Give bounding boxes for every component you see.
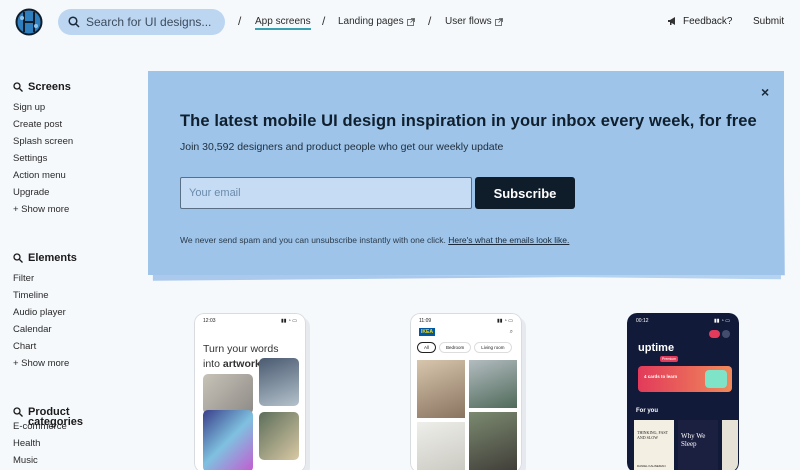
sidebar-product-categories: Product E-commerce categories Health Mus… <box>13 406 83 469</box>
sidebar-item-action-menu[interactable]: Action menu <box>13 167 73 184</box>
screen-card[interactable]: 12:03 ▮▮ ◔ ▭ Turn your words into artwork <box>194 313 306 470</box>
sidebar-item-calendar[interactable]: Calendar <box>13 321 77 338</box>
status-time: 00:12 <box>636 318 649 324</box>
status-icons: ▮▮ ◔ ▭ <box>280 318 297 324</box>
sidebar-item-health[interactable]: Health <box>13 435 70 452</box>
sidebar-item-upgrade[interactable]: Upgrade <box>13 184 73 201</box>
sidebar-item-sign-up[interactable]: Sign up <box>13 99 73 116</box>
logo-icon[interactable] <box>15 8 43 36</box>
sidebar-section-title-cont: categories <box>28 416 84 428</box>
emails-preview-link[interactable]: Here's what the emails look like. <box>448 235 569 245</box>
sidebar-item-settings[interactable]: Settings <box>13 150 73 167</box>
sidebar-screens: Screens Sign up Create post Splash scree… <box>13 81 73 218</box>
phone-screenshot: 00:12 ▮▮ ◔ ▭ uptime Premium 4 cards to le… <box>627 313 739 470</box>
sidebar-item-filter[interactable]: Filter <box>13 270 77 287</box>
banner-subtitle: Join 30,592 designers and product people… <box>180 141 504 153</box>
promo-illustration <box>705 370 727 388</box>
subscribe-button[interactable]: Subscribe <box>475 177 575 209</box>
sidebar-elements: Elements Filter Timeline Audio player Ca… <box>13 252 77 372</box>
banner-title: The latest mobile UI design inspiration … <box>180 112 757 130</box>
search-bar[interactable] <box>58 9 225 35</box>
filter-chip: Bedroom <box>439 342 472 353</box>
search-icon <box>13 82 23 92</box>
nav-label: Landing pages <box>338 16 404 27</box>
search-icon <box>13 407 23 417</box>
room-image <box>469 412 517 470</box>
artwork-image <box>203 410 253 470</box>
room-image <box>417 360 465 418</box>
banner-note-text: We never send spam and you can unsubscri… <box>180 235 446 245</box>
search-icon <box>13 253 23 263</box>
ikea-logo: IKEA <box>419 328 435 336</box>
menu-icon <box>722 330 730 338</box>
close-icon[interactable]: × <box>761 84 769 100</box>
premium-badge: Premium <box>660 356 679 362</box>
external-link-icon <box>406 17 415 26</box>
status-time: 11:09 <box>419 318 432 324</box>
status-time: 12:03 <box>203 318 216 324</box>
search-icon: ⌕ <box>509 328 513 335</box>
screen-card[interactable]: 00:12 ▮▮ ◔ ▭ uptime Premium 4 cards to le… <box>627 313 739 470</box>
nav-user-flows[interactable]: User flows <box>445 16 503 27</box>
search-input[interactable] <box>86 15 216 29</box>
nav-label: App screens <box>255 16 311 30</box>
artwork-image <box>203 374 253 414</box>
banner-note: We never send spam and you can unsubscri… <box>180 235 569 245</box>
book-title: THINKING, FAST AND SLOW <box>637 430 668 440</box>
nav-landing-pages[interactable]: Landing pages <box>338 16 415 27</box>
nav-app-screens[interactable]: App screens <box>255 16 311 30</box>
show-more-screens[interactable]: + Show more <box>13 201 73 218</box>
artwork-image <box>259 358 299 406</box>
room-image <box>469 360 517 408</box>
status-icons: ▮▮ ◔ ▭ <box>496 318 513 324</box>
room-image <box>417 422 465 470</box>
screen-card[interactable]: 11:09 ▮▮ ◔ ▭ IKEA ⌕ All Bedroom Living ro… <box>410 313 522 470</box>
phone-screenshot: 12:03 ▮▮ ◔ ▭ Turn your words into artwork <box>194 313 306 470</box>
sidebar-section-title: Elements <box>28 252 77 264</box>
promo-card: 4 cards to learn <box>638 366 732 392</box>
search-icon <box>68 16 80 28</box>
nav-separator: / <box>428 14 432 28</box>
sidebar-item-music[interactable]: Music <box>13 452 70 469</box>
card-headline-bold: artwork <box>222 358 261 370</box>
status-icons: ▮▮ ◔ ▭ <box>713 318 730 324</box>
show-more-elements[interactable]: + Show more <box>13 355 77 372</box>
sidebar-section-title: Screens <box>28 81 71 93</box>
sidebar-item-timeline[interactable]: Timeline <box>13 287 77 304</box>
sidebar-item-splash-screen[interactable]: Splash screen <box>13 133 73 150</box>
filter-chip: Living room <box>474 342 512 353</box>
section-title: For you <box>636 408 658 414</box>
submit-button[interactable]: Submit <box>753 16 784 27</box>
book-title: Why We Sleep <box>681 432 706 448</box>
uptime-logo: uptime <box>638 342 675 354</box>
email-field[interactable] <box>180 177 472 209</box>
megaphone-icon <box>668 17 675 25</box>
nav-separator: / <box>322 14 326 28</box>
artwork-image <box>259 412 299 460</box>
book-author: DANIEL KAHNEMAN <box>637 464 666 468</box>
card-headline-2: into <box>203 358 223 370</box>
sidebar-item-audio-player[interactable]: Audio player <box>13 304 77 321</box>
filter-chip: All <box>417 342 437 353</box>
nav-label: User flows <box>445 16 492 27</box>
feedback-button[interactable]: Feedback? <box>668 16 732 27</box>
phone-screenshot: 11:09 ▮▮ ◔ ▭ IKEA ⌕ All Bedroom Living ro… <box>410 313 522 470</box>
book-cover <box>722 420 738 470</box>
book-cover: Why We Sleep <box>678 420 718 470</box>
sidebar-item-chart[interactable]: Chart <box>13 338 77 355</box>
sidebar-item-create-post[interactable]: Create post <box>13 116 73 133</box>
nav-separator: / <box>238 14 242 28</box>
card-headline: Turn your words <box>203 343 279 355</box>
book-cover: THINKING, FAST AND SLOW DANIEL KAHNEMAN <box>634 420 674 470</box>
external-link-icon <box>494 17 503 26</box>
notification-badge <box>709 330 720 338</box>
feedback-label: Feedback? <box>683 16 733 27</box>
